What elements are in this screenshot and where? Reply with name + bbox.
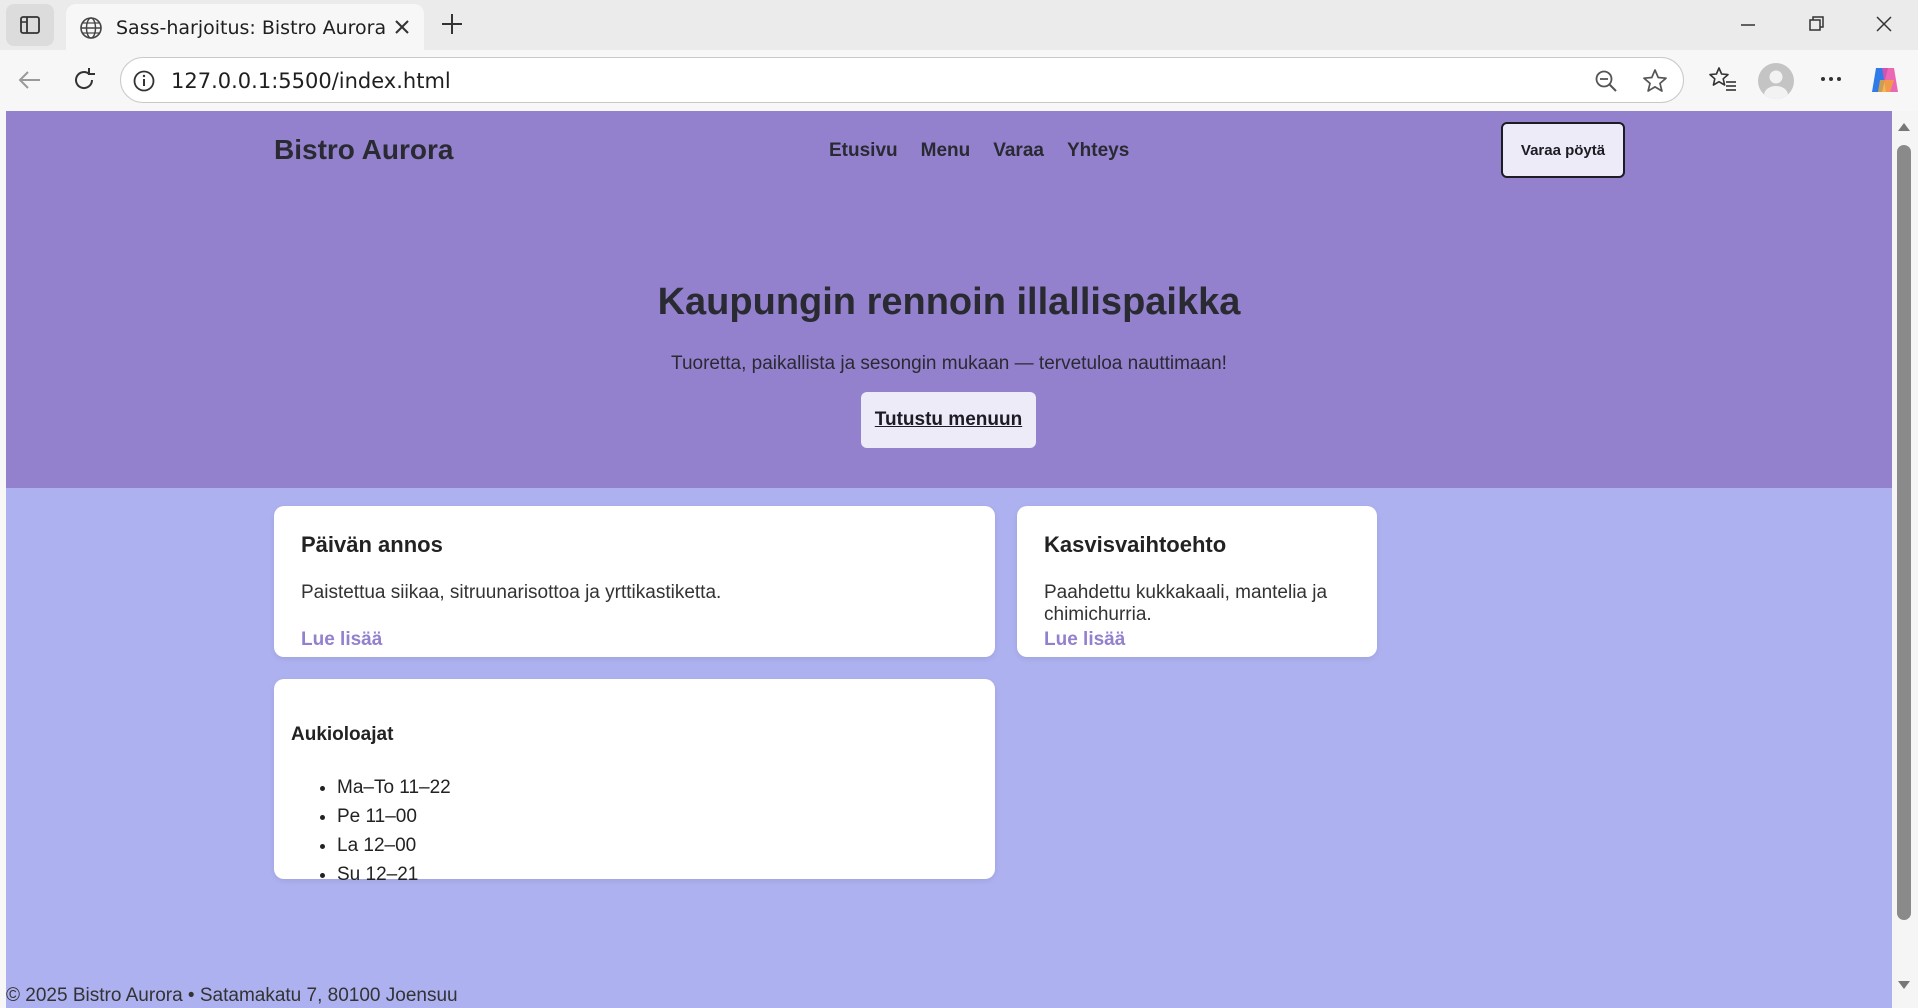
hours-title: Aukioloajat	[291, 724, 394, 745]
book-table-button[interactable]: Varaa pöytä	[1501, 122, 1625, 178]
page-viewport: Bistro Aurora Etusivu Menu Varaa Yhteys …	[6, 111, 1892, 1008]
card-text: Paahdettu kukkakaali, mantelia ja chimic…	[1044, 582, 1328, 625]
hours-list: Ma–To 11–22 Pe 11–00 La 12–00 Su 12–21	[291, 773, 451, 889]
reload-icon[interactable]	[68, 64, 100, 101]
main-nav: Etusivu Menu Varaa Yhteys	[829, 140, 1129, 162]
list-item: Su 12–21	[337, 860, 451, 889]
site-brand[interactable]: Bistro Aurora	[274, 134, 453, 166]
site-footer: © 2025 Bistro Aurora • Satamakatu 7, 801…	[6, 985, 458, 1006]
sidebar-toggle-icon[interactable]	[6, 4, 54, 46]
address-bar[interactable]: 127.0.0.1:5500/index.html	[120, 57, 1684, 103]
site-header: Bistro Aurora Etusivu Menu Varaa Yhteys …	[6, 111, 1892, 488]
favorite-star-icon[interactable]	[1641, 67, 1669, 100]
read-more-link[interactable]: Lue lisää	[1044, 629, 1125, 651]
browser-toolbar: 127.0.0.1:5500/index.html	[0, 50, 1918, 110]
nav-link-varaa[interactable]: Varaa	[993, 140, 1044, 162]
nav-link-etusivu[interactable]: Etusivu	[829, 140, 898, 162]
nav-link-yhteys[interactable]: Yhteys	[1067, 140, 1129, 162]
list-item: Pe 11–00	[337, 802, 451, 831]
url-text: 127.0.0.1:5500/index.html	[171, 69, 451, 93]
browser-tab[interactable]: Sass-harjoitus: Bistro Aurora	[66, 4, 424, 50]
close-tab-icon[interactable]	[390, 15, 414, 44]
favorites-icon[interactable]	[1708, 64, 1738, 99]
new-tab-icon[interactable]	[436, 8, 468, 45]
zoom-out-icon[interactable]	[1593, 68, 1619, 99]
hero-title: Kaupungin rennoin illallispaikka	[657, 281, 1241, 323]
card-dish-of-the-day: Päivän annos Paistettua siikaa, sitruuna…	[274, 506, 995, 657]
back-icon[interactable]	[14, 64, 46, 101]
site-info-icon[interactable]	[131, 68, 157, 99]
profile-avatar-icon[interactable]	[1758, 63, 1794, 99]
scroll-down-icon[interactable]	[1897, 978, 1911, 997]
scrollbar-thumb[interactable]	[1897, 145, 1911, 920]
copilot-icon[interactable]	[1868, 64, 1902, 101]
scroll-up-icon[interactable]	[1897, 120, 1911, 139]
card-text: Paistettua siikaa, sitruunarisottoa ja y…	[301, 582, 722, 603]
card-title: Kasvisvaihtoehto	[1044, 532, 1227, 557]
close-window-icon[interactable]	[1868, 8, 1900, 45]
card-title: Päivän annos	[301, 532, 443, 557]
tab-title: Sass-harjoitus: Bistro Aurora	[116, 17, 387, 39]
opening-hours-card: Aukioloajat Ma–To 11–22 Pe 11–00 La 12–0…	[274, 679, 995, 885]
minimize-icon[interactable]	[1732, 8, 1764, 45]
browser-tab-bar: Sass-harjoitus: Bistro Aurora	[0, 0, 1918, 50]
more-options-icon[interactable]	[1816, 64, 1846, 99]
restore-icon[interactable]	[1800, 8, 1832, 45]
hero-subtitle: Tuoretta, paikallista ja sesongin mukaan…	[671, 353, 1227, 374]
nav-link-menu[interactable]: Menu	[921, 140, 971, 162]
list-item: La 12–00	[337, 831, 451, 860]
card-vegetarian-option: Kasvisvaihtoehto Paahdettu kukkakaali, m…	[1017, 506, 1377, 657]
explore-menu-button[interactable]: Tutustu menuun	[861, 392, 1036, 448]
list-item: Ma–To 11–22	[337, 773, 451, 802]
globe-icon	[78, 15, 104, 46]
read-more-link[interactable]: Lue lisää	[301, 629, 382, 651]
